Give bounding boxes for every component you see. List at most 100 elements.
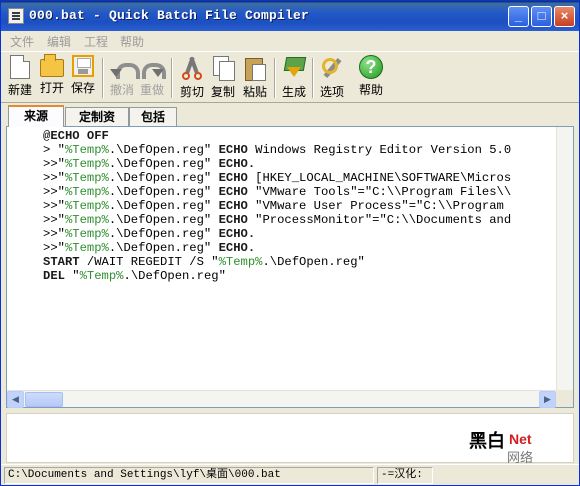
code-token: .\DefOpen.reg" <box>108 213 219 227</box>
options-button[interactable]: 选项 <box>314 54 350 100</box>
menu-bar: 文件 编辑 工程 帮助 <box>1 31 579 51</box>
paste-button[interactable]: 粘贴 <box>237 54 273 100</box>
code-line[interactable]: START /WAIT REGEDIT /S "%Temp%.\DefOpen.… <box>43 255 555 269</box>
code-token: ECHO. <box>218 157 256 171</box>
code-token: ECHO <box>218 199 248 213</box>
open-folder-icon <box>40 54 64 77</box>
status-mode: -=汉化: <box>377 467 433 484</box>
undo-arrow-icon <box>110 59 140 79</box>
code-line[interactable]: >>"%Temp%.\DefOpen.reg" ECHO. <box>43 241 555 255</box>
redo-arrow-icon <box>140 59 166 79</box>
code-token: DEL <box>43 269 65 283</box>
menu-edit[interactable]: 编辑 <box>47 33 71 50</box>
toolbar: 新建 打开 保存 撤消 重做 剪切 复制 粘贴 生成 选项 ? 帮助 <box>1 51 579 103</box>
code-token: >> <box>43 171 58 185</box>
code-line[interactable]: @ECHO OFF <box>43 129 555 143</box>
wrench-icon <box>319 55 345 81</box>
maximize-button[interactable]: □ <box>531 6 552 27</box>
code-token: " <box>211 255 219 269</box>
redo-label: 重做 <box>139 83 164 97</box>
redo-button[interactable]: 重做 <box>134 54 170 100</box>
help-button[interactable]: ? 帮助 <box>353 54 389 100</box>
code-token: ECHO <box>218 171 248 185</box>
code-token: /WAIT REGEDIT /S <box>79 255 212 269</box>
code-token: %Temp% <box>79 269 124 283</box>
save-label: 保存 <box>70 81 95 95</box>
code-token: ECHO. <box>218 227 256 241</box>
source-editor[interactable]: @ECHO OFF > "%Temp%.\DefOpen.reg" ECHO Wi… <box>6 126 574 408</box>
code-line[interactable]: >>"%Temp%.\DefOpen.reg" ECHO [HKEY_LOCAL… <box>43 171 555 185</box>
code-token: .\DefOpen.reg" <box>262 255 365 269</box>
tab-custom-resources[interactable]: 定制资源 <box>65 107 129 142</box>
batch-file-app-icon[interactable] <box>8 8 24 24</box>
code-token: %Temp% <box>64 227 109 241</box>
new-button[interactable]: 新建 <box>2 54 38 100</box>
code-token: %Temp% <box>64 213 109 227</box>
status-bar: C:\Documents and Settings\lyf\桌面\000.bat… <box>1 464 579 485</box>
code-token: %Temp% <box>64 199 109 213</box>
code-token: @ECHO OFF <box>43 129 109 143</box>
code-line[interactable]: >>"%Temp%.\DefOpen.reg" ECHO "ProcessMon… <box>43 213 555 227</box>
code-token: "VMware User Process"="C:\\Program <box>247 199 504 213</box>
code-token: START <box>43 255 80 269</box>
tab-includes[interactable]: 包括 <box>129 107 177 127</box>
code-line[interactable]: >>"%Temp%.\DefOpen.reg" ECHO "VMware Use… <box>43 199 555 213</box>
help-question-icon: ? <box>359 55 383 79</box>
code-token: %Temp% <box>64 185 109 199</box>
menu-help[interactable]: 帮助 <box>120 33 144 50</box>
code-token: >> <box>43 157 58 171</box>
close-button[interactable]: × <box>554 6 575 27</box>
code-token: " <box>57 199 65 213</box>
build-button[interactable]: 生成 <box>276 54 312 100</box>
copy-button[interactable]: 复制 <box>205 54 241 100</box>
code-token: ECHO <box>218 185 248 199</box>
code-token: >> <box>43 185 58 199</box>
code-token: .\DefOpen.reg" <box>108 199 219 213</box>
app-window: 000.bat - Quick Batch File Compiler _ □ … <box>0 0 580 486</box>
scroll-left-button[interactable]: ◀ <box>7 391 24 408</box>
code-token: .\DefOpen.reg" <box>108 157 219 171</box>
status-file-path: C:\Documents and Settings\lyf\桌面\000.bat <box>4 467 374 484</box>
code-token: "ProcessMonitor"="C:\\Documents and <box>247 213 512 227</box>
save-disk-icon <box>72 55 94 77</box>
code-token: [HKEY_LOCAL_MACHINE\SOFTWARE\Micros <box>247 171 512 185</box>
menu-project[interactable]: 工程 <box>84 33 108 50</box>
tab-source[interactable]: 来源 <box>8 105 64 127</box>
code-token: .\DefOpen.reg" <box>108 185 219 199</box>
code-token: %Temp% <box>64 157 109 171</box>
clipboard-icon <box>245 55 266 81</box>
code-line[interactable]: DEL "%Temp%.\DefOpen.reg" <box>43 269 555 283</box>
code-line[interactable]: >>"%Temp%.\DefOpen.reg" ECHO "VMware Too… <box>43 185 555 199</box>
vertical-scrollbar[interactable] <box>556 127 573 391</box>
code-token: >> <box>43 199 58 213</box>
code-token: > <box>43 143 58 157</box>
toolbar-separator <box>171 58 173 98</box>
new-file-icon <box>10 55 30 79</box>
menu-file[interactable]: 文件 <box>10 33 34 50</box>
copy-label: 复制 <box>210 85 235 99</box>
code-token: .\DefOpen.reg" <box>123 269 226 283</box>
new-label: 新建 <box>7 83 32 97</box>
code-token: " <box>57 185 65 199</box>
horizontal-scroll-thumb[interactable] <box>25 392 63 407</box>
code-token: .\DefOpen.reg" <box>108 143 219 157</box>
code-token: .\DefOpen.reg" <box>108 171 219 185</box>
code-line[interactable]: >>"%Temp%.\DefOpen.reg" ECHO. <box>43 227 555 241</box>
save-button[interactable]: 保存 <box>65 54 101 100</box>
code-token: " <box>57 171 65 185</box>
code-text[interactable]: @ECHO OFF > "%Temp%.\DefOpen.reg" ECHO Wi… <box>43 129 555 389</box>
scissors-icon <box>179 55 205 81</box>
build-download-icon <box>281 55 307 81</box>
horizontal-scrollbar[interactable]: ◀ ▶ <box>7 390 573 408</box>
code-token: " <box>57 241 65 255</box>
code-token: "VMware Tools"="C:\\Program Files\\ <box>247 185 512 199</box>
code-token: >> <box>43 213 58 227</box>
options-label: 选项 <box>319 85 344 99</box>
code-token: " <box>57 157 65 171</box>
title-bar[interactable]: 000.bat - Quick Batch File Compiler _ □ … <box>1 1 579 31</box>
code-line[interactable]: >>"%Temp%.\DefOpen.reg" ECHO. <box>43 157 555 171</box>
scroll-right-button[interactable]: ▶ <box>539 391 556 408</box>
minimize-button[interactable]: _ <box>508 6 529 27</box>
code-line[interactable]: > "%Temp%.\DefOpen.reg" ECHO Windows Reg… <box>43 143 555 157</box>
code-token: .\DefOpen.reg" <box>108 227 219 241</box>
